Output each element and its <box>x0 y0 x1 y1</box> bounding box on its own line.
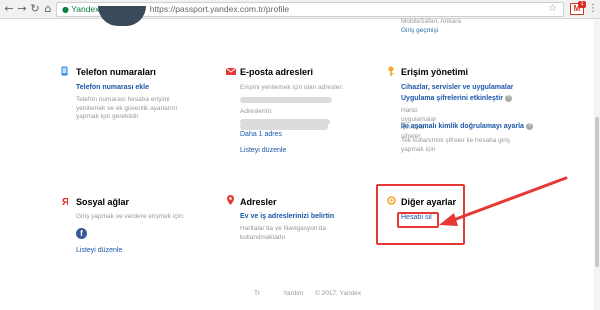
help-link[interactable]: Yardım <box>283 290 303 297</box>
copyright-text: © 2017, Yandex <box>315 290 362 297</box>
annotation-arrow-line <box>446 176 568 224</box>
language-switcher[interactable]: Tr <box>254 290 260 297</box>
annotation-arrow-head <box>439 213 458 226</box>
annotation-arrows <box>439 176 568 226</box>
